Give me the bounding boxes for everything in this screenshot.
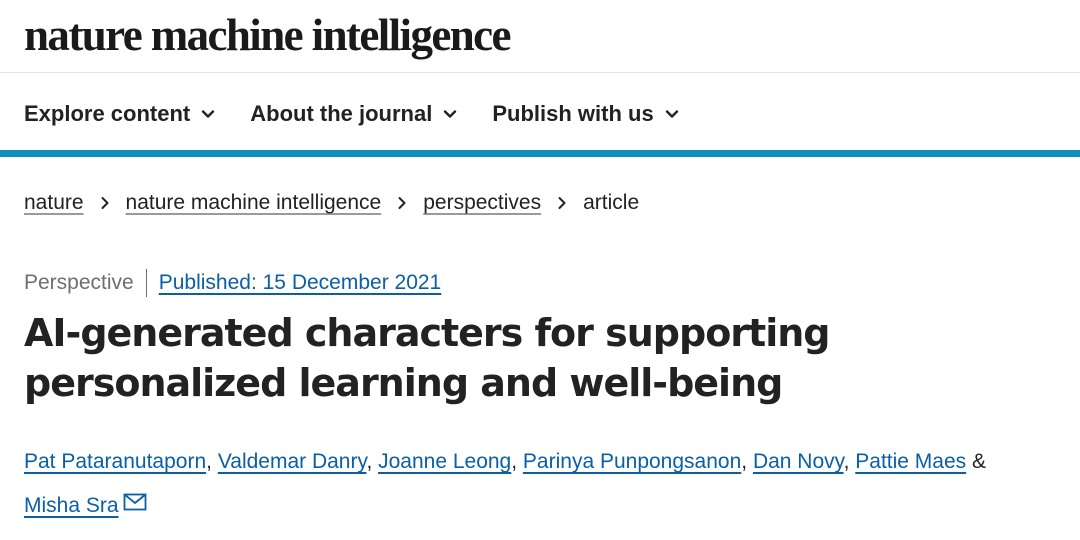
nav-item-label: Publish with us	[492, 101, 654, 126]
breadcrumb: nature nature machine intelligence persp…	[24, 186, 639, 220]
author-link[interactable]: Misha Sra	[24, 494, 119, 517]
site-header: nature machine intelligence	[24, 8, 512, 64]
chevron-right-icon	[558, 197, 566, 209]
article-title: AI-generated characters for supporting p…	[24, 308, 1064, 408]
author-link[interactable]: Joanne Leong	[378, 450, 511, 473]
author-separator: ,	[511, 450, 523, 473]
nav-explore-content[interactable]: Explore content	[24, 101, 216, 127]
author-link[interactable]: Valdemar Danry	[218, 450, 367, 473]
author-separator: ,	[206, 450, 218, 473]
breadcrumb-nature[interactable]: nature	[24, 191, 84, 215]
nav-publish-with-us[interactable]: Publish with us	[492, 101, 679, 127]
chevron-down-icon	[202, 110, 215, 118]
breadcrumb-nature-machine-intelligence[interactable]: nature machine intelligence	[126, 191, 382, 215]
author-separator: ,	[366, 450, 379, 473]
author-link[interactable]: Parinya Punpongsanon	[523, 450, 741, 473]
meta-divider	[145, 269, 147, 297]
nav-about-the-journal[interactable]: About the journal	[250, 101, 458, 127]
chevron-down-icon	[444, 110, 457, 118]
author-separator: ,	[741, 450, 753, 473]
breadcrumb-current: article	[583, 191, 640, 214]
article-type: Perspective	[24, 271, 134, 294]
chevron-right-icon	[101, 197, 109, 209]
author-link[interactable]: Pattie Maes	[855, 450, 966, 473]
author-list: Pat Pataranutaporn, Valdemar Danry, Joan…	[24, 440, 1064, 528]
article-title-line: AI-generated characters for supporting	[24, 311, 830, 355]
breadcrumb-perspectives[interactable]: perspectives	[423, 191, 541, 215]
published-date-link[interactable]: Published: 15 December 2021	[159, 271, 442, 295]
article-meta: Perspective Published: 15 December 2021	[24, 266, 441, 300]
nav-item-label: About the journal	[250, 101, 433, 126]
chevron-down-icon	[665, 110, 678, 118]
site-logo[interactable]: nature machine intelligence	[24, 8, 512, 62]
author-conjunction: &	[966, 450, 992, 473]
primary-nav: Explore content About the journal Publis…	[24, 94, 714, 134]
article-title-line: personalized learning and well-being	[24, 361, 783, 405]
header-divider	[0, 72, 1080, 73]
author-link[interactable]: Dan Novy	[753, 450, 844, 473]
chevron-right-icon	[398, 197, 406, 209]
nav-accent-bar	[0, 150, 1080, 157]
mail-icon[interactable]	[123, 493, 147, 511]
author-link[interactable]: Pat Pataranutaporn	[24, 450, 206, 473]
nav-item-label: Explore content	[24, 101, 191, 126]
author-separator: ,	[843, 450, 856, 473]
